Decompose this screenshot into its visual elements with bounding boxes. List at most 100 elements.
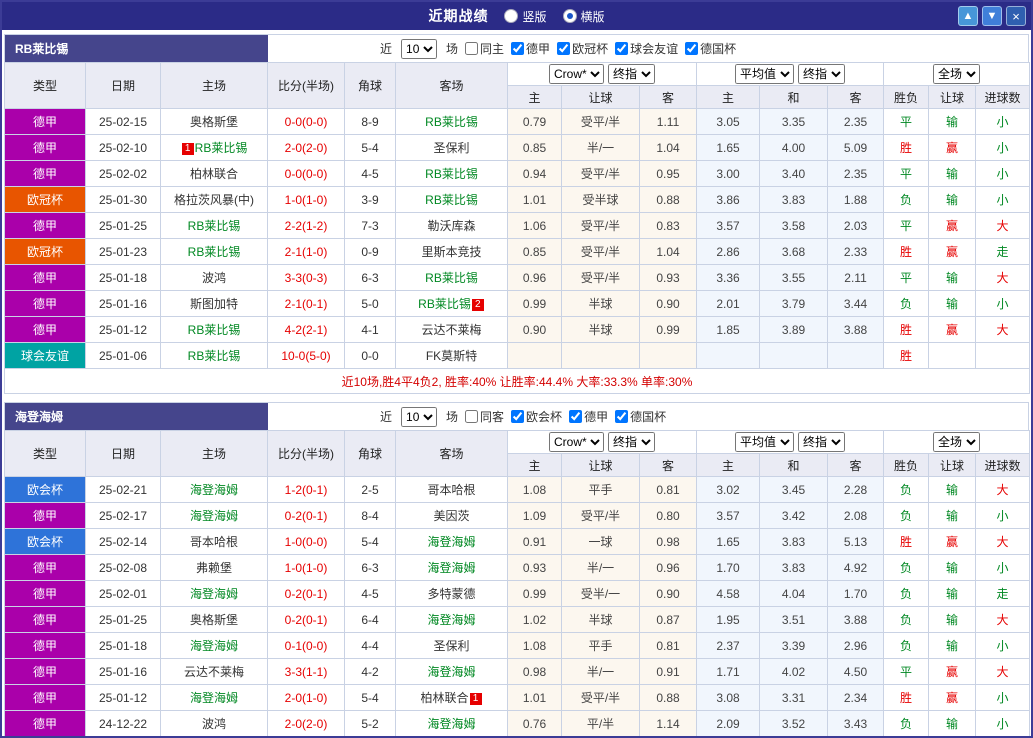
sections-container: RB莱比锡近10场同主德甲欧冠杯球会友谊德国杯类型日期主场比分(半场)角球客场C… xyxy=(2,34,1031,738)
avg-draw-odds-cell: 4.00 xyxy=(760,135,828,161)
league-filter-2[interactable]: 球会友谊 xyxy=(615,40,678,57)
avg-home-odds-cell: 2.37 xyxy=(697,633,760,659)
home-team-cell: 云达不莱梅 xyxy=(161,659,268,685)
match-date-cell: 25-02-01 xyxy=(86,581,161,607)
scroll-up-button[interactable]: ▲ xyxy=(958,6,978,26)
radio-selected-icon xyxy=(563,9,577,23)
same-side-filter-checkbox[interactable] xyxy=(465,410,478,423)
crow-home-odds-cell: 1.08 xyxy=(508,477,562,503)
match-date-cell: 25-02-15 xyxy=(86,109,161,135)
league-type-cell: 德甲 xyxy=(5,685,86,711)
score-cell: 1-0(1-0) xyxy=(268,555,345,581)
result-outcome-cell: 胜 xyxy=(884,685,929,711)
avg-draw-odds-cell: 3.83 xyxy=(760,529,828,555)
league-filter-0[interactable]: 德甲 xyxy=(511,40,550,57)
layout-radio-horizontal[interactable]: 横版 xyxy=(563,8,605,25)
corners-cell: 4-1 xyxy=(345,317,396,343)
results-section-0: RB莱比锡近10场同主德甲欧冠杯球会友谊德国杯类型日期主场比分(半场)角球客场C… xyxy=(4,34,1029,394)
avg-draw-odds-cell: 4.04 xyxy=(760,581,828,607)
home-team-cell: 奥格斯堡 xyxy=(161,109,268,135)
avg-draw-odds-cell: 3.58 xyxy=(760,213,828,239)
result-handicap-cell: 赢 xyxy=(929,685,976,711)
bookmaker-select[interactable]: Crow* xyxy=(549,64,604,84)
scope-select[interactable]: 全场 xyxy=(933,64,980,84)
result-handicap-cell: 输 xyxy=(929,581,976,607)
league-filter-0[interactable]: 欧会杯 xyxy=(511,408,562,425)
avg-away-odds-cell: 3.43 xyxy=(828,711,884,737)
match-row: 德甲25-02-08弗赖堡1-0(1-0)6-3海登海姆0.93半/一0.961… xyxy=(5,555,1030,581)
league-filter-0-checkbox[interactable] xyxy=(511,42,524,55)
crow-handicap-cell: 受平/半 xyxy=(562,685,640,711)
away-team-cell: 多特蒙德 xyxy=(396,581,508,607)
final-index-select[interactable]: 终指 xyxy=(798,432,845,452)
average-select[interactable]: 平均值 xyxy=(735,64,794,84)
team-text: 波鸿 xyxy=(202,271,226,285)
crow-away-odds-cell: 1.04 xyxy=(640,135,697,161)
league-filter-3[interactable]: 德国杯 xyxy=(685,40,736,57)
league-filter-1-checkbox[interactable] xyxy=(569,410,582,423)
league-filter-0-checkbox[interactable] xyxy=(511,410,524,423)
corners-cell: 5-4 xyxy=(345,529,396,555)
recent-count-select[interactable]: 10 xyxy=(401,407,437,427)
team-text: 弗赖堡 xyxy=(196,561,232,575)
match-row: 欧冠杯25-01-30格拉茨风暴(中)1-0(1-0)3-9RB莱比锡1.01受… xyxy=(5,187,1030,213)
result-handicap-cell: 输 xyxy=(929,109,976,135)
avg-away-odds-cell: 3.88 xyxy=(828,317,884,343)
same-side-filter-checkbox[interactable] xyxy=(465,42,478,55)
result-goals-cell: 小 xyxy=(976,135,1030,161)
league-filter-2-checkbox[interactable] xyxy=(615,410,628,423)
close-button[interactable]: × xyxy=(1006,6,1026,26)
league-filter-2[interactable]: 德国杯 xyxy=(615,408,666,425)
scroll-down-button[interactable]: ▼ xyxy=(982,6,1002,26)
red-card-badge: 1 xyxy=(182,143,194,155)
result-group: 全场 xyxy=(884,63,1030,86)
team-text: 柏林联合 xyxy=(420,691,468,705)
league-filter-3-checkbox[interactable] xyxy=(685,42,698,55)
same-side-filter[interactable]: 同主 xyxy=(465,40,504,57)
sub-column-header-2: 客 xyxy=(640,454,697,477)
score-cell: 4-2(2-1) xyxy=(268,317,345,343)
radio-label-vertical: 竖版 xyxy=(522,8,546,25)
corners-cell: 5-2 xyxy=(345,711,396,737)
final-index-select[interactable]: 终指 xyxy=(608,432,655,452)
crow-home-odds-cell: 1.06 xyxy=(508,213,562,239)
crow-handicap-cell: 受平/半 xyxy=(562,213,640,239)
league-type-cell: 德甲 xyxy=(5,711,86,737)
crow-home-odds-cell: 1.09 xyxy=(508,503,562,529)
avg-away-odds-cell: 5.09 xyxy=(828,135,884,161)
final-index-select[interactable]: 终指 xyxy=(798,64,845,84)
corners-cell: 8-4 xyxy=(345,503,396,529)
bookmaker-select[interactable]: Crow* xyxy=(549,432,604,452)
league-filter-2-checkbox[interactable] xyxy=(615,42,628,55)
league-type-cell: 德甲 xyxy=(5,317,86,343)
match-date-cell: 25-01-12 xyxy=(86,317,161,343)
league-filter-1[interactable]: 欧冠杯 xyxy=(557,40,608,57)
score-cell: 0-1(0-0) xyxy=(268,633,345,659)
league-filter-1[interactable]: 德甲 xyxy=(569,408,608,425)
team-text: FK莫斯特 xyxy=(426,349,477,363)
crow-handicap-cell: 受半/一 xyxy=(562,581,640,607)
matches-label: 场 xyxy=(446,408,458,425)
checkbox-label: 欧冠杯 xyxy=(572,40,608,57)
sub-column-header-4: 和 xyxy=(760,454,828,477)
radio-label-horizontal: 横版 xyxy=(581,8,605,25)
home-team-cell: 海登海姆 xyxy=(161,503,268,529)
result-outcome-cell: 平 xyxy=(884,265,929,291)
filter-controls: 近10场同主德甲欧冠杯球会友谊德国杯 xyxy=(268,35,1028,62)
average-select[interactable]: 平均值 xyxy=(735,432,794,452)
team-text: 美因茨 xyxy=(433,509,469,523)
league-filter-1-checkbox[interactable] xyxy=(557,42,570,55)
avg-home-odds-cell: 2.86 xyxy=(697,239,760,265)
result-handicap-cell: 输 xyxy=(929,477,976,503)
recent-count-select[interactable]: 10 xyxy=(401,39,437,59)
avg-away-odds-cell: 2.03 xyxy=(828,213,884,239)
home-team-cell: RB莱比锡 xyxy=(161,343,268,369)
same-side-filter[interactable]: 同客 xyxy=(465,408,504,425)
final-index-select[interactable]: 终指 xyxy=(608,64,655,84)
team-text: RB莱比锡 xyxy=(188,219,241,233)
layout-radio-vertical[interactable]: 竖版 xyxy=(504,8,546,25)
team-text: RB莱比锡 xyxy=(425,193,478,207)
score-cell: 1-0(0-0) xyxy=(268,529,345,555)
scope-select[interactable]: 全场 xyxy=(933,432,980,452)
corners-cell: 5-4 xyxy=(345,135,396,161)
